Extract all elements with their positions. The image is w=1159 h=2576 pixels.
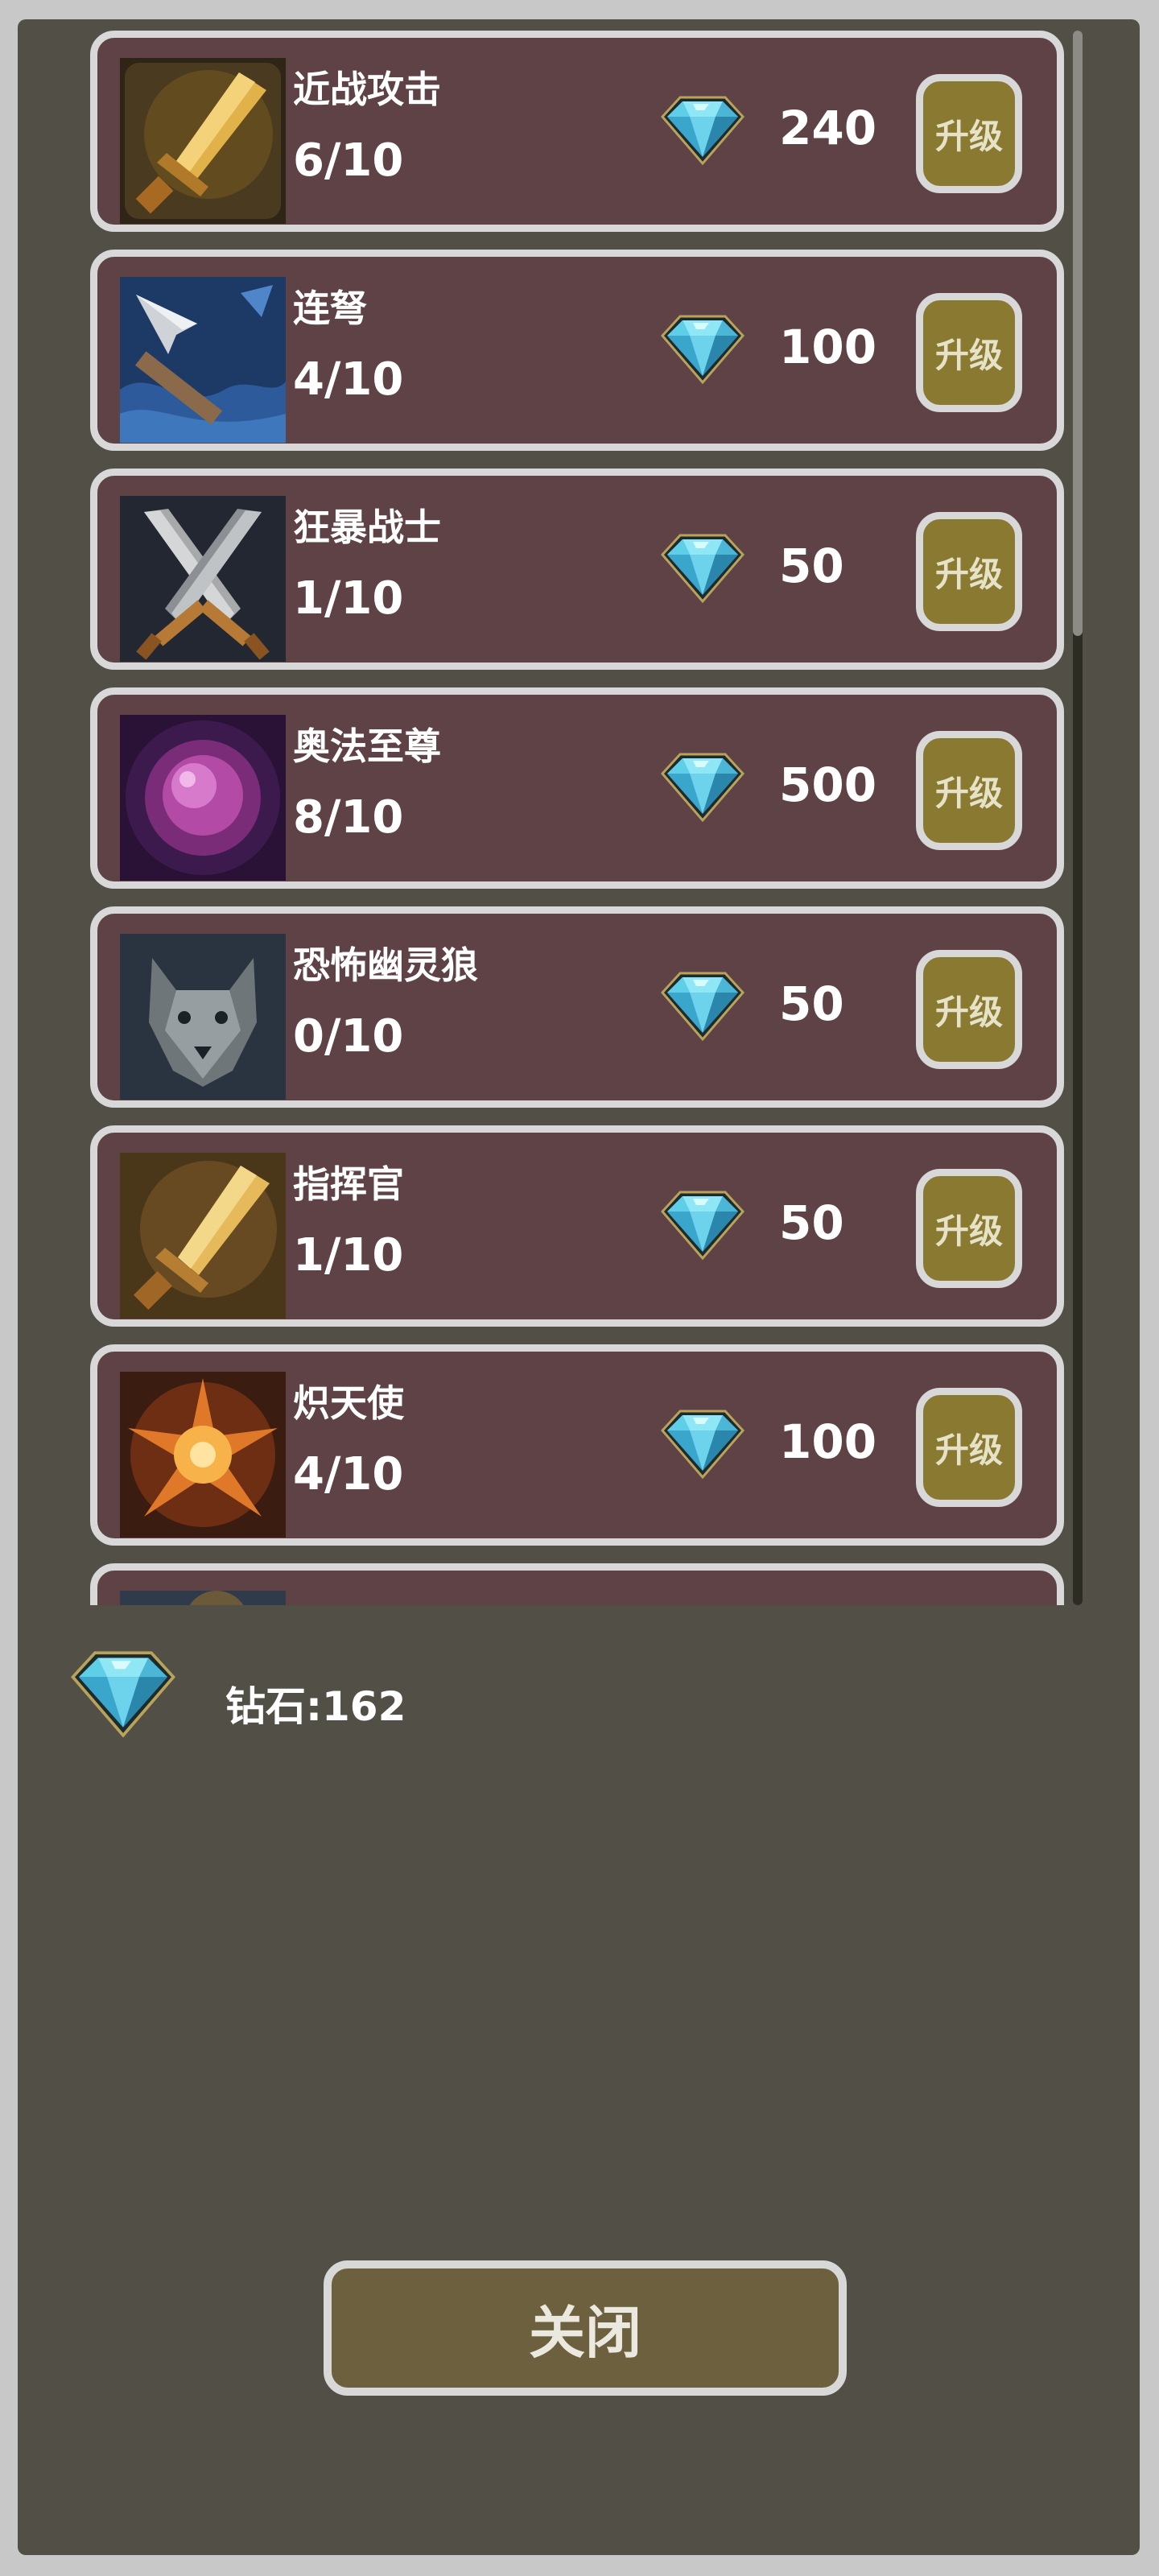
upgrade-cost: 100 <box>779 1414 877 1469</box>
diamond-icon <box>661 968 744 1041</box>
upgrade-card: 连弩 4/10 100 升级 <box>90 250 1064 451</box>
upgrade-card: 奥法至尊 8/10 500 升级 <box>90 687 1064 889</box>
seraph-burst-icon <box>120 1372 286 1538</box>
upgrade-cost: 500 <box>779 758 877 812</box>
ghost-wolf-icon <box>120 934 286 1100</box>
diamond-icon <box>661 749 744 822</box>
upgrade-card: 狂暴战士 1/10 50 升级 <box>90 469 1064 670</box>
upgrade-name: 奥法至尊 <box>293 724 441 768</box>
upgrade-level: 4/10 <box>293 353 404 406</box>
upgrade-button[interactable]: 升级 <box>916 74 1022 193</box>
melee-sword-icon <box>120 58 286 224</box>
list-scrollbar[interactable] <box>1073 31 1083 1605</box>
diamond-icon <box>71 1645 175 1739</box>
diamond-icon <box>661 93 744 165</box>
shop-frame: 近战攻击 6/10 240 升级 连弩 4/10 100 升级 狂暴战士 1/1… <box>0 0 1159 2576</box>
upgrade-level: 0/10 <box>293 1010 404 1063</box>
upgrade-card-partial <box>90 1563 1064 1605</box>
upgrade-button[interactable]: 升级 <box>916 1169 1022 1288</box>
close-button[interactable]: 关闭 <box>324 2260 847 2396</box>
diamond-icon <box>661 1406 744 1479</box>
upgrade-card: 近战攻击 6/10 240 升级 <box>90 31 1064 232</box>
diamond-icon <box>661 312 744 384</box>
upgrade-name: 近战攻击 <box>293 68 441 111</box>
upgrade-level: 1/10 <box>293 572 404 625</box>
diamond-count: 钻石:162 <box>225 1683 406 1730</box>
upgrade-name: 狂暴战士 <box>293 506 441 549</box>
upgrade-level: 1/10 <box>293 1229 404 1282</box>
upgrade-list[interactable]: 近战攻击 6/10 240 升级 连弩 4/10 100 升级 狂暴战士 1/1… <box>18 19 1140 1605</box>
diamond-icon <box>661 530 744 603</box>
upgrade-button[interactable]: 升级 <box>916 731 1022 850</box>
upgrade-button[interactable]: 升级 <box>916 512 1022 631</box>
upgrade-name: 恐怖幽灵狼 <box>293 943 478 987</box>
upgrade-card: 恐怖幽灵狼 0/10 50 升级 <box>90 906 1064 1108</box>
upgrade-cost: 50 <box>779 1195 844 1250</box>
upgrade-level: 6/10 <box>293 134 404 187</box>
diamond-icon <box>661 1187 744 1260</box>
upgrade-cost: 50 <box>779 976 844 1031</box>
upgrade-card: 指挥官 1/10 50 升级 <box>90 1125 1064 1327</box>
upgrade-level: 4/10 <box>293 1448 404 1501</box>
partial-item-icon <box>120 1591 286 1605</box>
upgrade-name: 指挥官 <box>293 1162 404 1206</box>
upgrade-cost: 100 <box>779 320 877 374</box>
upgrade-button[interactable]: 升级 <box>916 1388 1022 1507</box>
upgrade-panel: 近战攻击 6/10 240 升级 连弩 4/10 100 升级 狂暴战士 1/1… <box>18 19 1140 2555</box>
crossed-swords-icon <box>120 496 286 662</box>
upgrade-cost: 240 <box>779 101 877 155</box>
crossbow-arrow-icon <box>120 277 286 443</box>
upgrade-cost: 50 <box>779 539 844 593</box>
upgrade-button[interactable]: 升级 <box>916 950 1022 1069</box>
upgrade-card: 炽天使 4/10 100 升级 <box>90 1344 1064 1546</box>
arcane-orb-icon <box>120 715 286 881</box>
commander-sword-icon <box>120 1153 286 1319</box>
scrollbar-thumb[interactable] <box>1073 31 1083 636</box>
upgrade-name: 炽天使 <box>293 1381 404 1425</box>
upgrade-button[interactable]: 升级 <box>916 293 1022 412</box>
upgrade-level: 8/10 <box>293 791 404 844</box>
upgrade-name: 连弩 <box>293 287 367 330</box>
